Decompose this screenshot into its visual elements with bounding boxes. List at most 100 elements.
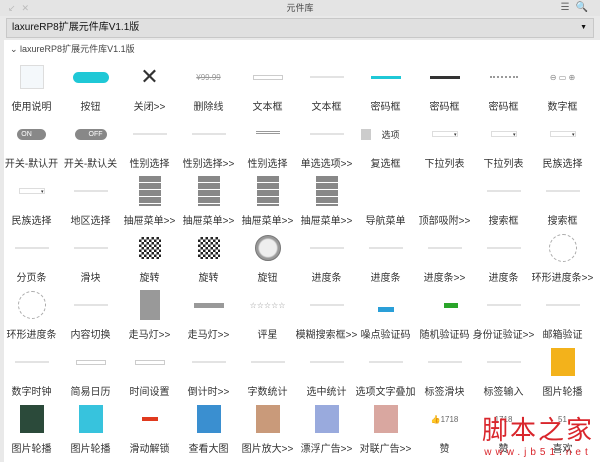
widget-item[interactable]: 密码框	[356, 62, 415, 119]
widget-item[interactable]: ▾ 民族选择	[2, 176, 61, 233]
widget-item[interactable]: ▾ 民族选择	[533, 119, 592, 176]
widget-thumbnail-price: ¥99.99	[184, 62, 234, 92]
widget-thumbnail-line	[184, 119, 234, 149]
widget-item[interactable]: 时间设置	[120, 347, 179, 404]
widget-thumbnail-pic	[243, 404, 293, 434]
widget-thumbnail-knob	[243, 233, 293, 263]
widget-item[interactable]: 旋转	[120, 233, 179, 290]
widget-item[interactable]: 查看大图	[179, 404, 238, 461]
widget-label: 文本框	[311, 102, 342, 113]
widget-item[interactable]: 抽屉菜单>>	[238, 176, 297, 233]
widget-item[interactable]: 密码框	[474, 62, 533, 119]
widget-item[interactable]: 噪点验证码	[356, 290, 415, 347]
widget-item[interactable]: 对联广告>>	[356, 404, 415, 461]
widget-item[interactable]: 图片放大>>	[238, 404, 297, 461]
widget-label: 旋钮	[257, 273, 278, 284]
widget-item[interactable]: 图片轮播	[61, 404, 120, 461]
widget-item[interactable]: ▾ 下拉列表	[415, 119, 474, 176]
widget-item[interactable]: ⊖ ▭ ⊕ 数字框	[533, 62, 592, 119]
widget-thumbnail-line	[420, 233, 470, 263]
library-select[interactable]: laxureRP8扩展元件库V1.1版 ▼	[6, 18, 594, 38]
widget-label: 进度条>>	[423, 273, 466, 284]
widget-item[interactable]: 简易日历	[61, 347, 120, 404]
widget-item[interactable]: 内容切换	[61, 290, 120, 347]
widget-item[interactable]: 进度条	[297, 233, 356, 290]
widget-item[interactable]: 顶部吸附>>	[415, 176, 474, 233]
widget-item[interactable]: 走马灯>>	[120, 290, 179, 347]
widget-thumbnail-off: OFF	[66, 119, 116, 149]
widget-item[interactable]: 身份证验证>>	[473, 290, 534, 347]
widget-item[interactable]: 进度条>>	[415, 233, 474, 290]
widget-item[interactable]: 滑动解锁	[120, 404, 179, 461]
widget-label: 地区选择	[70, 216, 111, 227]
widget-item[interactable]: 使用说明	[2, 62, 61, 119]
widget-item[interactable]: 进度条	[356, 233, 415, 290]
widget-item[interactable]: ☆☆☆☆☆ 评星	[238, 290, 297, 347]
widget-item[interactable]: OFF 开关-默认关	[61, 119, 120, 176]
widget-item[interactable]: 搜索框	[533, 176, 592, 233]
widget-thumbnail-text: ☆☆☆☆☆	[249, 300, 286, 310]
widget-item[interactable]: 文本框	[238, 62, 297, 119]
widget-label: 评星	[257, 330, 278, 341]
widget-item[interactable]: ¥99.99 删除线	[179, 62, 238, 119]
widget-item[interactable]: 抽屉菜单>>	[179, 176, 238, 233]
group-header[interactable]: ⌄ laxureRP8扩展元件库V1.1版	[4, 40, 600, 58]
widget-label: 按钮	[80, 102, 101, 113]
widget-item[interactable]: 单选选项>>	[297, 119, 356, 176]
widget-item[interactable]: 抽屉菜单>>	[297, 176, 356, 233]
widget-item[interactable]: 分页条	[2, 233, 61, 290]
widget-thumbnail-num: ⊖ ▭ ⊕	[549, 72, 576, 82]
widget-item[interactable]: 👍1718 赞	[415, 404, 474, 461]
menu-search-icons[interactable]: ☰🔍	[561, 0, 594, 16]
widget-item[interactable]: 文本框	[297, 62, 356, 119]
widget-item[interactable]: 选项 复选框	[356, 119, 415, 176]
widget-label: 开关-默认关	[63, 159, 118, 170]
widget-item[interactable]: 旋转	[179, 233, 238, 290]
widget-item[interactable]: 图片轮播	[2, 404, 61, 461]
widget-item[interactable]: 选项文字叠加	[356, 347, 416, 404]
widget-item[interactable]: 标签滑块	[415, 347, 474, 404]
widget-label: 复选框	[370, 159, 401, 170]
widget-item[interactable]: 性别选择	[120, 119, 179, 176]
dock-close-icons[interactable]: ↙✕	[8, 0, 35, 16]
widget-item[interactable]: 模糊搜索框>>	[296, 290, 357, 347]
widget-item[interactable]: ▾ 下拉列表	[474, 119, 533, 176]
widget-item[interactable]: 标签输入	[474, 347, 533, 404]
widget-label: 删除线	[193, 102, 224, 113]
widget-item[interactable]: 导航菜单	[356, 176, 415, 233]
widget-item[interactable]: 地区选择	[61, 176, 120, 233]
widget-item[interactable]: 选中统计	[297, 347, 356, 404]
widget-item[interactable]: 数字时钟	[2, 347, 61, 404]
widget-thumbnail-drawer	[184, 176, 234, 206]
widget-item[interactable]: 漂浮广告>>	[297, 404, 356, 461]
widget-item[interactable]: 滑块	[61, 233, 120, 290]
widget-item[interactable]: 性别选择	[238, 119, 297, 176]
widget-item[interactable]: 抽屉菜单>>	[120, 176, 179, 233]
widget-item[interactable]: 进度条	[474, 233, 533, 290]
widget-label: 邮箱验证	[542, 330, 583, 341]
widget-thumbnail-input	[243, 62, 293, 92]
widget-item[interactable]: 密码框	[415, 62, 474, 119]
widget-item[interactable]: 按钮	[61, 62, 120, 119]
widget-item[interactable]: 环形进度条	[2, 290, 61, 347]
widget-item[interactable]: 旋钮	[238, 233, 297, 290]
widget-item[interactable]: 倒计时>>	[179, 347, 238, 404]
widget-label: 选中统计	[306, 387, 347, 398]
widget-thumbnail-pic	[184, 404, 234, 434]
widget-thumbnail-check: 选项	[361, 119, 411, 149]
widget-item[interactable]: 邮箱验证	[533, 290, 592, 347]
widget-item[interactable]: 走马灯>>	[179, 290, 238, 347]
widget-item[interactable]: 字数统计	[238, 347, 297, 404]
widget-item[interactable]: ✕ 关闭>>	[120, 62, 179, 119]
widget-item[interactable]: 环形进度条>>	[532, 233, 593, 290]
widget-label: 单选选项>>	[300, 159, 353, 170]
widget-label: 图片轮播	[542, 387, 583, 398]
widget-item[interactable]: 搜索框	[474, 176, 533, 233]
widget-label: 查看大图	[188, 444, 229, 455]
widget-item[interactable]: 性别选择>>	[179, 119, 238, 176]
widget-thumbnail-dd: ▾	[538, 119, 588, 149]
widget-item[interactable]: 随机验证码	[415, 290, 474, 347]
widget-label: 进度条	[370, 273, 401, 284]
widget-item[interactable]: ON 开关-默认开	[2, 119, 61, 176]
widget-item[interactable]: 图片轮播	[533, 347, 592, 404]
